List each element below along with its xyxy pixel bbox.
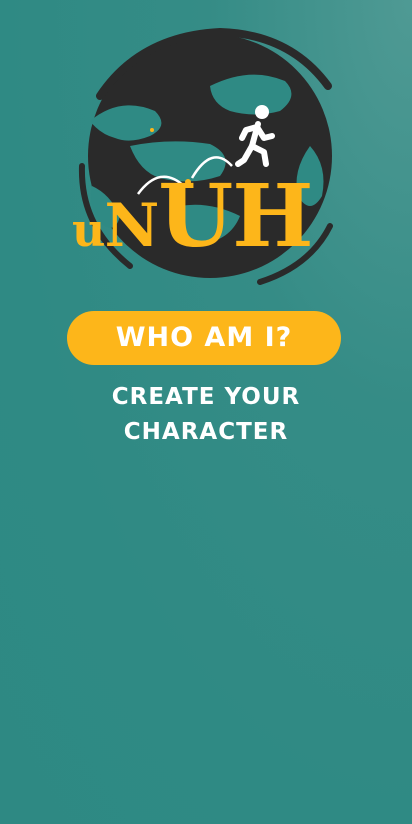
create-character-caption: CREATE YOUR CHARACTER bbox=[0, 380, 412, 450]
logo-text: uNUH bbox=[72, 174, 314, 261]
subtitle-line-2: CHARACTER bbox=[123, 419, 289, 445]
subtitle-line-1: CREATE YOUR bbox=[111, 384, 301, 410]
app-logo: uNUH bbox=[60, 26, 360, 288]
logo-text-n: N bbox=[104, 191, 159, 261]
who-am-i-button[interactable]: WHO AM I? bbox=[67, 311, 341, 365]
logo-text-u: u bbox=[72, 203, 105, 257]
logo-text-uh: UH bbox=[158, 166, 313, 267]
